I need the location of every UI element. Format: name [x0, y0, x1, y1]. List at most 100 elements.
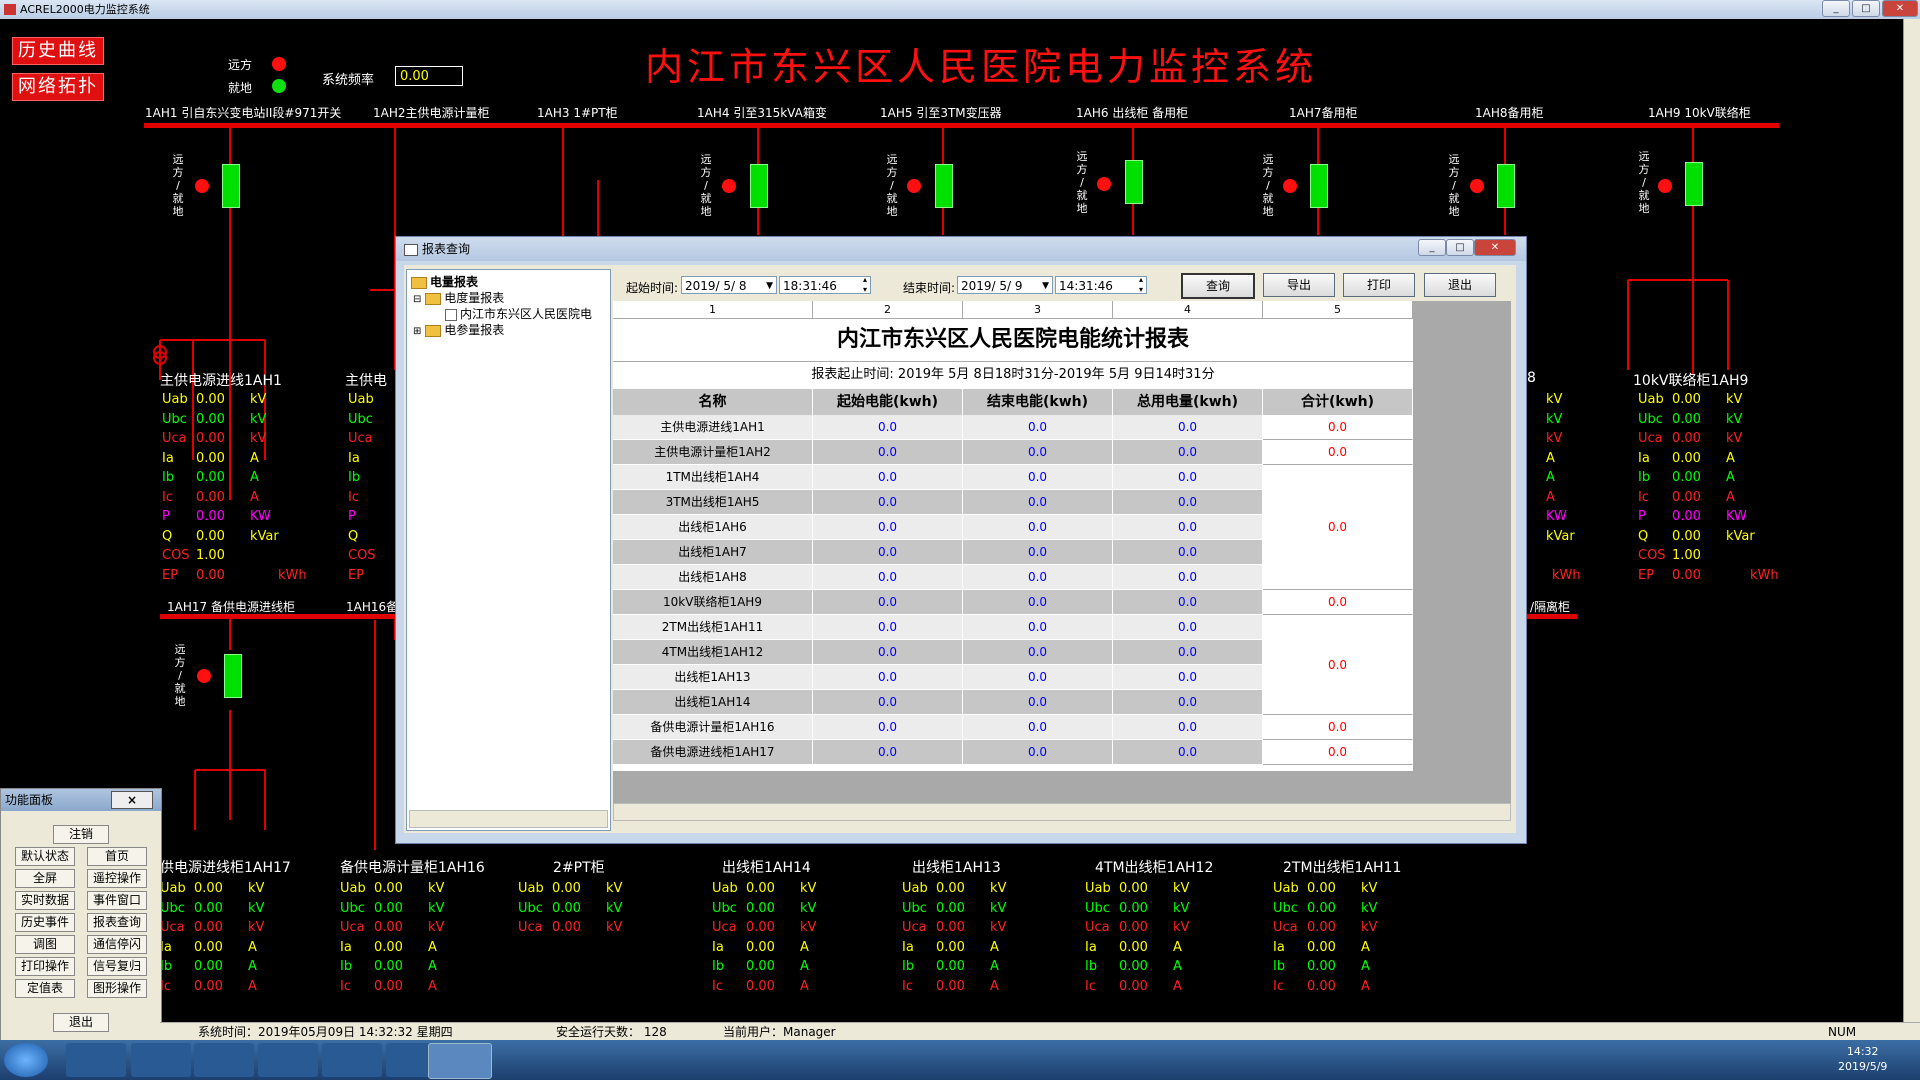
table-cell-value: 0.0 — [963, 640, 1113, 665]
default-state-button[interactable]: 默认状态 — [15, 847, 75, 866]
remote-control-button[interactable]: 遥控操作 — [87, 869, 147, 888]
window-titlebar: ACREL2000电力监控系统 _ □ ✕ — [0, 0, 1920, 19]
taskbar-acrel-icon[interactable] — [428, 1043, 492, 1079]
table-cell-name: 1TM出线柜1AH4 — [613, 465, 813, 490]
dialog-close-button[interactable]: ✕ — [1474, 239, 1516, 256]
taskbar-ie-icon[interactable] — [66, 1043, 126, 1077]
exit-button[interactable]: 退出 — [53, 1013, 109, 1032]
col-number[interactable]: 2 — [813, 301, 963, 319]
dialog-icon — [404, 244, 418, 256]
local-label: 就地 — [228, 81, 253, 95]
freq-value: 0.00 — [395, 66, 463, 86]
signal-reset-button[interactable]: 信号复归 — [87, 957, 147, 976]
breaker-1ah1[interactable] — [222, 164, 240, 208]
query-button[interactable]: 查询 — [1181, 273, 1255, 299]
table-cell-value: 0.0 — [963, 740, 1113, 765]
dialog-minimize-button[interactable]: _ — [1418, 239, 1446, 256]
table-cell-name: 出线柜1AH8 — [613, 565, 813, 590]
print-report-button[interactable]: 打印 — [1343, 273, 1415, 297]
setpoint-table-button[interactable]: 定值表 — [15, 979, 75, 998]
meas-table-1ah9: Uab 0.00 kV Ubc 0.00 kV Uca 0.00 kV Ia 0.00 A Ib… — [1638, 392, 1779, 583]
breaker-1ah4[interactable] — [750, 164, 768, 208]
exit-dialog-button[interactable]: 退出 — [1424, 273, 1496, 297]
event-window-button[interactable]: 事件窗口 — [87, 891, 147, 910]
tree-node-param[interactable]: ⊞ 电参量报表 — [413, 321, 504, 338]
bottom-panel-1ah12: 4TM出线柜1AH12 Uab 0.00 kV Ubc 0.00 kV Uca 0.00 k… — [1085, 860, 1214, 994]
breaker-1ah5[interactable] — [935, 164, 953, 208]
start-time-input[interactable]: 18:31:46 ▴ ▾ — [779, 275, 871, 294]
dialog-titlebar: 报表查询 _ □ ✕ — [396, 237, 1526, 261]
breaker-1ah6[interactable] — [1125, 160, 1143, 204]
tree-node-hospital[interactable]: 内江市东兴区人民医院电 — [445, 305, 592, 322]
tree-hscroll[interactable] — [409, 810, 608, 828]
status-bar: 系统时间：2019年05月09日 14:32:32 星期四 安全运行天数： 12… — [160, 1022, 1920, 1041]
function-panel-close-button[interactable]: × — [111, 791, 153, 809]
table-cell-sum: 0.0 — [1263, 415, 1413, 440]
print-button[interactable]: 打印操作 — [15, 957, 75, 976]
adjust-view-button[interactable]: 调图 — [15, 935, 75, 954]
start-button[interactable] — [4, 1043, 48, 1077]
table-cell-value: 0.0 — [963, 590, 1113, 615]
close-button[interactable]: ✕ — [1882, 0, 1918, 17]
table-cell-value: 0.0 — [963, 465, 1113, 490]
breaker-1ah9[interactable] — [1685, 162, 1703, 206]
col-number[interactable]: 4 — [1113, 301, 1263, 319]
dialog-maximize-button[interactable]: □ — [1446, 239, 1474, 256]
panel-name-1ah2: 1AH2主供电源计量柜 — [373, 106, 490, 120]
table-cell-value: 0.0 — [813, 565, 963, 590]
taskbar-word-icon[interactable] — [322, 1043, 382, 1077]
table-cell-value: 0.0 — [1113, 565, 1263, 590]
panel-name-1ah1: 1AH1 引自东兴变电站II段#971开关 — [145, 106, 342, 120]
col-number[interactable]: 1 — [613, 301, 813, 319]
table-cell-value: 0.0 — [813, 740, 963, 765]
table-cell-name: 4TM出线柜1AH12 — [613, 640, 813, 665]
local-indicator — [272, 79, 286, 93]
col-number[interactable]: 5 — [1263, 301, 1413, 319]
start-date-picker[interactable]: 2019/ 5/ 8 ▼ — [681, 276, 777, 294]
table-cell-value: 0.0 — [813, 415, 963, 440]
tree-node-energy[interactable]: ⊟ 电度量报表 — [413, 289, 504, 306]
clock[interactable]: 14:32 2019/5/9 — [1838, 1044, 1887, 1074]
status-dot-1ah4 — [722, 179, 736, 193]
minimize-button[interactable]: _ — [1822, 0, 1850, 17]
report-query-button[interactable]: 报表查询 — [87, 913, 147, 932]
grid-hscroll[interactable] — [613, 803, 1511, 821]
breaker-1ah7[interactable] — [1310, 164, 1328, 208]
table-cell-value: 0.0 — [813, 440, 963, 465]
history-curve-button[interactable]: 历史曲线 — [12, 37, 104, 65]
maximize-button[interactable]: □ — [1852, 0, 1880, 17]
start-time-label: 起始时间: — [626, 281, 679, 295]
bottom-diagram — [194, 620, 376, 850]
meas-title-1ah2: 主供电 — [345, 373, 387, 389]
num-lock: NUM — [1828, 1025, 1857, 1039]
network-topology-button[interactable]: 网络拓扑 — [12, 73, 104, 101]
table-cell-name: 出线柜1AH7 — [613, 540, 813, 565]
tree-node-root[interactable]: 电量报表 — [411, 273, 478, 290]
bottom-panel-1ah17: 供电源进线柜1AH17 Uab 0.00 kV Ubc 0.00 kV Uca 0.00 k… — [160, 860, 291, 994]
system-time: 系统时间：2019年05月09日 14:32:32 星期四 — [198, 1025, 453, 1039]
graphic-operation-button[interactable]: 图形操作 — [87, 979, 147, 998]
report-title: 内江市东兴区人民医院电能统计报表 — [613, 319, 1413, 362]
main-vertical-scrollbar[interactable] — [1903, 19, 1920, 1022]
comm-stop-flash-button[interactable]: 通信停闪 — [87, 935, 147, 954]
col-number[interactable]: 3 — [963, 301, 1113, 319]
taskbar-media-icon[interactable] — [194, 1043, 254, 1077]
export-button[interactable]: 导出 — [1263, 273, 1335, 297]
fullscreen-button[interactable]: 全屏 — [15, 869, 75, 888]
table-cell-value: 0.0 — [1113, 715, 1263, 740]
function-panel: 功能面板 × 注销 默认状态 首页 全屏 遥控操作 实时数据 事件窗口 历史事件… — [0, 788, 162, 1042]
table-cell-name: 主供电源进线1AH1 — [613, 415, 813, 440]
breaker-1ah8[interactable] — [1497, 164, 1515, 208]
main-title: 内江市东兴区人民医院电力监控系统 — [645, 45, 1318, 89]
end-time-input[interactable]: 14:31:46 ▴ ▾ — [1055, 275, 1147, 294]
end-date-picker[interactable]: 2019/ 5/ 9 ▼ — [957, 276, 1053, 294]
logout-button[interactable]: 注销 — [53, 825, 109, 844]
realtime-data-button[interactable]: 实时数据 — [15, 891, 75, 910]
history-event-button[interactable]: 历史事件 — [15, 913, 75, 932]
freq-label: 系统频率 — [322, 73, 375, 88]
home-button[interactable]: 首页 — [87, 847, 147, 866]
taskbar-remote-icon[interactable] — [258, 1043, 318, 1077]
panel-name-1ah4: 1AH4 引至315kVA箱变 — [697, 106, 827, 120]
table-cell-value: 0.0 — [1113, 440, 1263, 465]
taskbar-folder-icon[interactable] — [131, 1043, 191, 1077]
